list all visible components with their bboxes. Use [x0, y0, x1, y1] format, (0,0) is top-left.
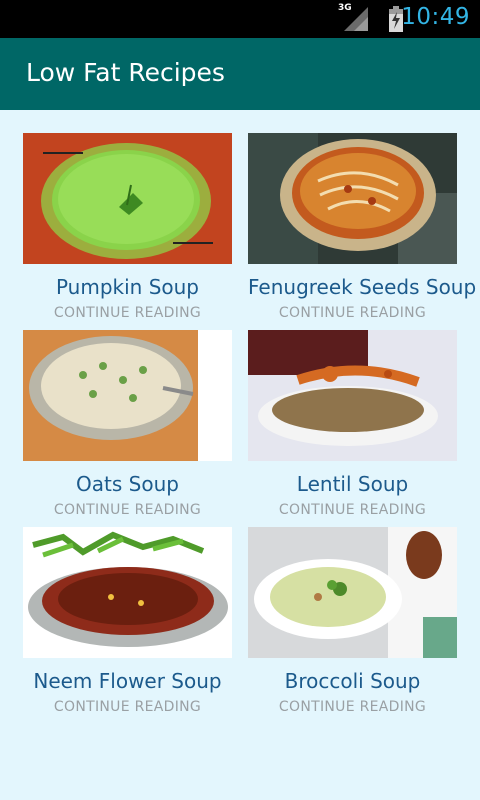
recipe-card-oats-soup[interactable]: Oats Soup CONTINUE READING [23, 330, 248, 522]
continue-reading-link[interactable]: CONTINUE READING [248, 305, 457, 321]
recipe-title[interactable]: Lentil Soup [248, 472, 457, 496]
app-bar: Low Fat Recipes [0, 38, 480, 110]
recipe-title[interactable]: Neem Flower Soup [23, 669, 232, 693]
recipe-card-lentil-soup[interactable]: Lentil Soup CONTINUE READING [248, 330, 473, 522]
neem-flower-soup-photo[interactable] [23, 527, 232, 658]
recipe-grid: Pumpkin Soup CONTINUE READING Fenugreek … [0, 110, 480, 800]
recipe-card-fenugreek-seeds-soup[interactable]: Fenugreek Seeds Soup CONTINUE READING [248, 133, 476, 325]
pumpkin-soup-photo[interactable] [23, 133, 232, 264]
recipe-title[interactable]: Fenugreek Seeds Soup [248, 275, 476, 299]
recipe-title[interactable]: Pumpkin Soup [23, 275, 232, 299]
recipe-card-broccoli-soup[interactable]: Broccoli Soup CONTINUE READING [248, 527, 473, 719]
app-title: Low Fat Recipes [26, 58, 225, 87]
clock-time: 10:49 [401, 4, 470, 30]
lentil-soup-photo[interactable] [248, 330, 457, 461]
fenugreek-soup-photo[interactable] [248, 133, 457, 264]
broccoli-soup-photo[interactable] [248, 527, 457, 658]
status-bar: 3G 10:49 [0, 0, 480, 38]
recipe-card-neem-flower-soup[interactable]: Neem Flower Soup CONTINUE READING [23, 527, 248, 719]
network-type-label: 3G [338, 3, 352, 13]
continue-reading-link[interactable]: CONTINUE READING [248, 699, 457, 715]
signal-3g-icon: 3G [338, 3, 370, 31]
recipe-title[interactable]: Oats Soup [23, 472, 232, 496]
oats-soup-photo[interactable] [23, 330, 232, 461]
recipe-title[interactable]: Broccoli Soup [248, 669, 457, 693]
continue-reading-link[interactable]: CONTINUE READING [23, 502, 232, 518]
recipe-card-pumpkin-soup[interactable]: Pumpkin Soup CONTINUE READING [23, 133, 248, 325]
continue-reading-link[interactable]: CONTINUE READING [248, 502, 457, 518]
continue-reading-link[interactable]: CONTINUE READING [23, 305, 232, 321]
continue-reading-link[interactable]: CONTINUE READING [23, 699, 232, 715]
